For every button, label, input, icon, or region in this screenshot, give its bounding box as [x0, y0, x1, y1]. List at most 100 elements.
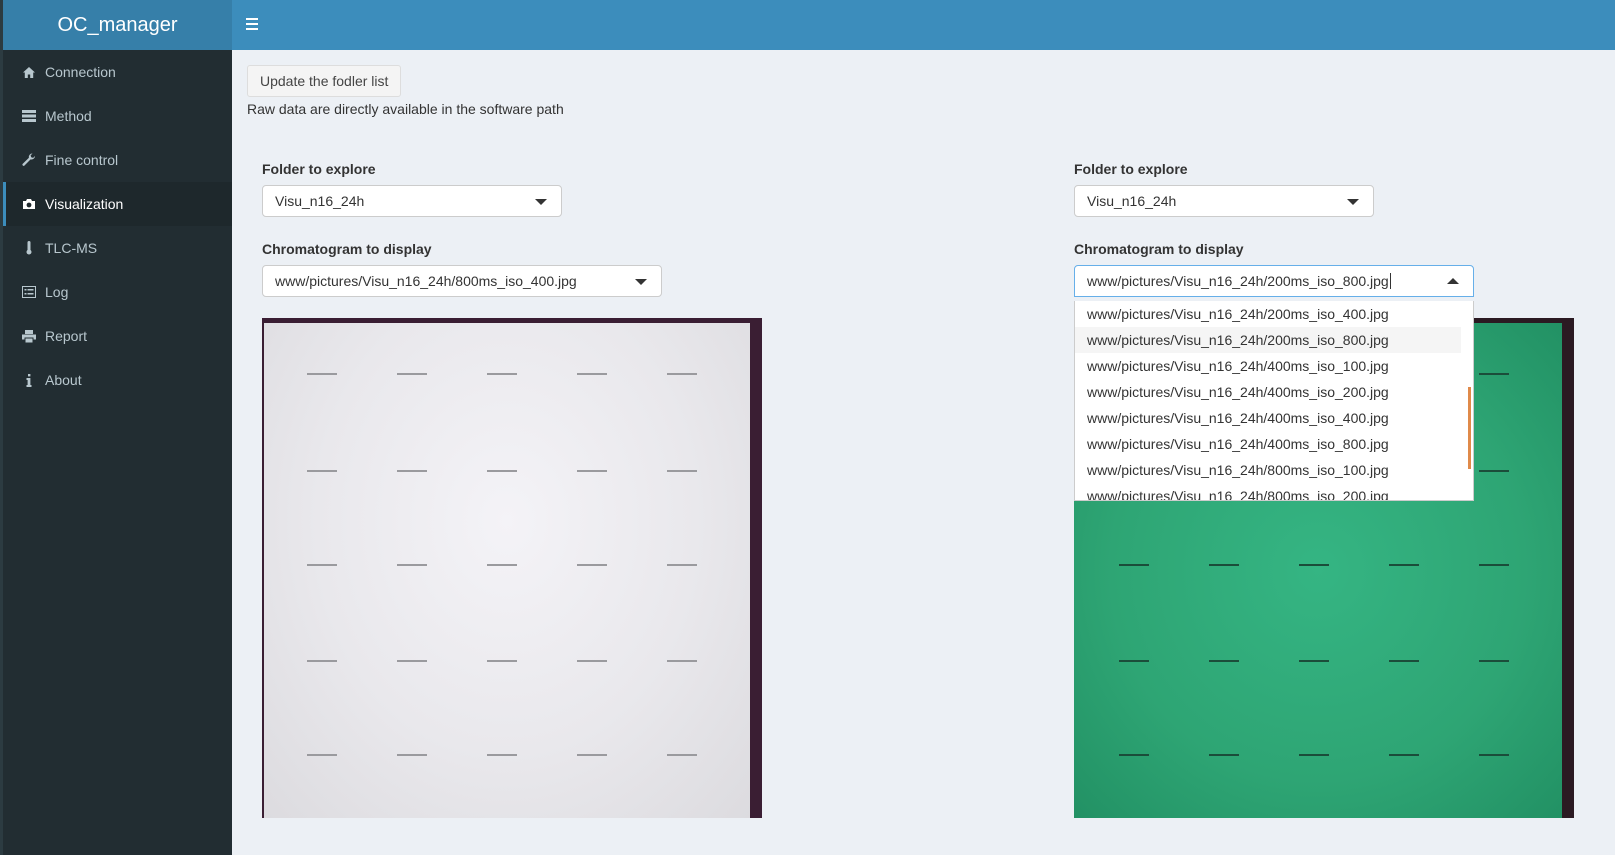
- right-chromatogram-select[interactable]: www/pictures/Visu_n16_24h/200ms_iso_800.…: [1074, 265, 1474, 297]
- plate-band-mark: [1479, 660, 1509, 662]
- plate-band-mark: [1119, 660, 1149, 662]
- plate-band-mark: [667, 470, 697, 472]
- plate-band-mark: [667, 754, 697, 756]
- dropdown-option[interactable]: www/pictures/Visu_n16_24h/200ms_iso_800.…: [1075, 327, 1473, 353]
- sidebar-item-visualization[interactable]: Visualization: [3, 182, 232, 226]
- plate-band-mark: [1209, 754, 1239, 756]
- plate-band-mark: [1299, 564, 1329, 566]
- dropdown-option[interactable]: www/pictures/Visu_n16_24h/400ms_iso_100.…: [1075, 353, 1473, 379]
- plate-band-mark: [307, 754, 337, 756]
- plate-band-mark: [397, 660, 427, 662]
- app-logo[interactable]: OC_manager: [0, 0, 232, 50]
- left-folder-label: Folder to explore: [262, 161, 376, 177]
- plate-band-mark: [1389, 754, 1419, 756]
- right-folder-value: Visu_n16_24h: [1087, 193, 1177, 209]
- sidebar-item-label: Log: [45, 284, 69, 300]
- list-alt-icon: [22, 285, 36, 299]
- plate-band-mark: [667, 564, 697, 566]
- update-folder-list-button[interactable]: Update the fodler list: [247, 65, 402, 97]
- sidebar-item-connection[interactable]: Connection: [3, 50, 232, 94]
- right-folder-label: Folder to explore: [1074, 161, 1188, 177]
- sidebar-item-label: Fine control: [45, 152, 119, 168]
- dropdown-scrollbar[interactable]: [1461, 301, 1473, 500]
- sidebar-item-fine-control[interactable]: Fine control: [3, 138, 232, 182]
- sidebar-item-log[interactable]: Log: [3, 270, 232, 314]
- plate-band-mark: [1389, 564, 1419, 566]
- sidebar-item-method[interactable]: Method: [3, 94, 232, 138]
- plate-band-mark: [307, 470, 337, 472]
- left-folder-select[interactable]: Visu_n16_24h: [262, 185, 562, 217]
- plate-band-mark: [1299, 660, 1329, 662]
- info-icon: [22, 373, 36, 387]
- left-chromatogram-value: www/pictures/Visu_n16_24h/800ms_iso_400.…: [275, 273, 577, 289]
- plate-band-mark: [1389, 660, 1419, 662]
- plate-band-mark: [307, 564, 337, 566]
- plate-band-mark: [487, 660, 517, 662]
- sidebar-item-label: TLC-MS: [45, 240, 98, 256]
- left-chromatogram-select[interactable]: www/pictures/Visu_n16_24h/800ms_iso_400.…: [262, 265, 662, 297]
- dropdown-option[interactable]: www/pictures/Visu_n16_24h/800ms_iso_200.…: [1075, 483, 1473, 500]
- plate-band-mark: [487, 470, 517, 472]
- plate-band-mark: [397, 470, 427, 472]
- plate-band-mark: [577, 660, 607, 662]
- wrench-icon: [22, 153, 36, 167]
- sidebar-item-tlc-ms[interactable]: TLC-MS: [3, 226, 232, 270]
- print-icon: [22, 329, 36, 343]
- right-chromatogram-label: Chromatogram to display: [1074, 241, 1244, 257]
- text-cursor: [1389, 273, 1391, 289]
- right-folder-select[interactable]: Visu_n16_24h: [1074, 185, 1374, 217]
- sidebar-item-about[interactable]: About: [3, 358, 232, 402]
- plate-band-mark: [307, 373, 337, 375]
- chevron-up-icon: [1447, 278, 1459, 284]
- plate-band-mark: [1119, 754, 1149, 756]
- dropdown-option[interactable]: www/pictures/Visu_n16_24h/800ms_iso_100.…: [1075, 457, 1473, 483]
- plate-band-mark: [307, 660, 337, 662]
- dropdown-option[interactable]: www/pictures/Visu_n16_24h/400ms_iso_200.…: [1075, 379, 1473, 405]
- plate-band-mark: [1479, 754, 1509, 756]
- thermometer-icon: [22, 241, 36, 255]
- dropdown-option[interactable]: www/pictures/Visu_n16_24h/200ms_iso_400.…: [1075, 301, 1473, 327]
- server-icon: [22, 109, 36, 123]
- left-chromatogram-label: Chromatogram to display: [262, 241, 432, 257]
- plate-band-mark: [667, 660, 697, 662]
- dropdown-option[interactable]: www/pictures/Visu_n16_24h/400ms_iso_400.…: [1075, 405, 1473, 431]
- plate-band-mark: [487, 754, 517, 756]
- right-chromatogram-value[interactable]: www/pictures/Visu_n16_24h/200ms_iso_800.…: [1087, 273, 1389, 289]
- plate-band-mark: [577, 754, 607, 756]
- plate-band-mark: [577, 373, 607, 375]
- raw-data-note: Raw data are directly available in the s…: [247, 101, 564, 117]
- plate-band-mark: [487, 564, 517, 566]
- plate-band-mark: [397, 564, 427, 566]
- hamburger-menu-icon[interactable]: [246, 14, 262, 34]
- main-content: Update the fodler list Raw data are dire…: [232, 50, 1615, 855]
- scrollbar-thumb[interactable]: [1468, 387, 1471, 469]
- plate-band-mark: [1119, 564, 1149, 566]
- sidebar-item-report[interactable]: Report: [3, 314, 232, 358]
- dropdown-option[interactable]: www/pictures/Visu_n16_24h/400ms_iso_800.…: [1075, 431, 1473, 457]
- sidebar-item-label: Connection: [45, 64, 116, 80]
- plate-band-mark: [1479, 470, 1509, 472]
- camera-icon: [22, 197, 36, 211]
- plate-band-mark: [397, 754, 427, 756]
- plate-band-mark: [1479, 564, 1509, 566]
- home-icon: [22, 65, 36, 79]
- sidebar-item-label: Visualization: [45, 196, 124, 212]
- top-navbar: [232, 0, 1615, 50]
- sidebar-item-label: About: [45, 372, 82, 388]
- sidebar: Connection Method Fine control Visualiza…: [0, 50, 232, 855]
- chromatogram-dropdown-list[interactable]: www/pictures/Visu_n16_24h/200ms_iso_400.…: [1074, 301, 1474, 501]
- plate-band-mark: [577, 564, 607, 566]
- plate-band-mark: [577, 470, 607, 472]
- plate-band-mark: [1209, 564, 1239, 566]
- left-chromatogram-image: [262, 318, 762, 818]
- chevron-down-icon: [1347, 199, 1359, 205]
- chevron-down-icon: [635, 279, 647, 285]
- left-folder-value: Visu_n16_24h: [275, 193, 365, 209]
- sidebar-item-label: Report: [45, 328, 88, 344]
- plate-band-mark: [1299, 754, 1329, 756]
- sidebar-item-label: Method: [45, 108, 92, 124]
- plate-band-mark: [397, 373, 427, 375]
- plate-band-mark: [1209, 660, 1239, 662]
- chevron-down-icon: [535, 199, 547, 205]
- plate-band-mark: [487, 373, 517, 375]
